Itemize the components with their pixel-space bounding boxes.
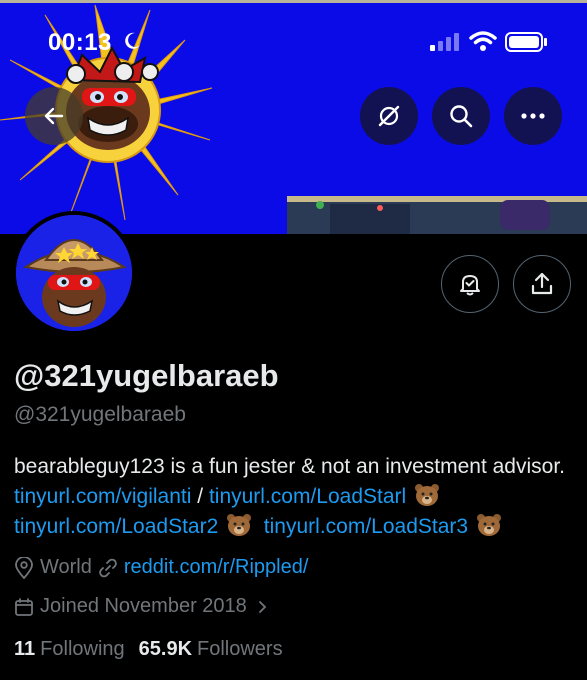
back-button[interactable] <box>25 87 83 145</box>
bear-emoji-icon <box>227 514 252 536</box>
bio-link-vigilanti[interactable]: tinyurl.com/vigilanti <box>14 485 191 508</box>
following-count: 11 <box>14 638 36 660</box>
bio-link-loadstar1[interactable]: tinyurl.com/LoadStarl <box>209 485 406 508</box>
follow-stats: 11 Following 65.9K Followers <box>14 638 283 661</box>
status-time: 00:13 <box>48 29 112 56</box>
grok-button[interactable] <box>360 87 418 145</box>
avatar-image <box>16 215 132 331</box>
display-name: @321yugelbaraeb <box>14 358 279 393</box>
link-icon <box>99 558 117 577</box>
share-icon <box>531 272 553 295</box>
following-link[interactable]: 11 Following <box>14 638 125 661</box>
profile-handle: @321yugelbaraeb <box>14 403 186 426</box>
bio-link-loadstar2[interactable]: tinyurl.com/LoadStar2 <box>14 515 218 538</box>
bear-emoji-icon <box>415 484 440 506</box>
bio-text: bearableguy123 is a fun jester & not an … <box>14 455 566 478</box>
profile-banner[interactable]: 00:13 <box>0 0 587 234</box>
search-button[interactable] <box>432 87 490 145</box>
website-link[interactable]: reddit.com/r/Rippled/ <box>98 556 309 579</box>
grok-icon <box>378 105 400 127</box>
notification-button[interactable] <box>441 255 499 313</box>
location-pin-icon <box>15 556 33 579</box>
location-text: World <box>40 556 92 578</box>
followers-count: 65.9K <box>138 638 193 660</box>
moon-icon <box>125 32 140 49</box>
search-icon <box>450 105 473 128</box>
joined-text: Joined November 2018 <box>40 595 247 617</box>
bio-separator: / <box>197 485 204 508</box>
profile-meta-joined[interactable]: Joined November 2018 <box>14 595 277 618</box>
notification-bell-icon <box>460 275 480 296</box>
back-arrow-icon <box>44 107 64 125</box>
wifi-icon <box>469 31 497 51</box>
cellular-signal-icon <box>430 33 459 51</box>
battery-icon <box>505 32 547 52</box>
status-bar: 00:13 <box>0 3 587 83</box>
chevron-right-icon <box>258 600 267 613</box>
more-icon <box>521 113 545 119</box>
profile-bio: bearableguy123 is a fun jester & not an … <box>14 452 582 542</box>
website-text[interactable]: reddit.com/r/Rippled/ <box>124 556 309 579</box>
followers-label: Followers <box>197 638 283 660</box>
bio-link-loadstar3[interactable]: tinyurl.com/LoadStar3 <box>264 515 468 538</box>
calendar-icon <box>15 597 33 616</box>
share-button[interactable] <box>513 255 571 313</box>
avatar[interactable] <box>12 211 136 335</box>
bear-emoji-icon <box>476 514 501 536</box>
following-label: Following <box>40 638 125 660</box>
followers-link[interactable]: 65.9K Followers <box>139 638 283 661</box>
profile-meta-location: World reddit.com/r/Rippled/ <box>14 556 308 579</box>
more-options-button[interactable] <box>504 87 562 145</box>
